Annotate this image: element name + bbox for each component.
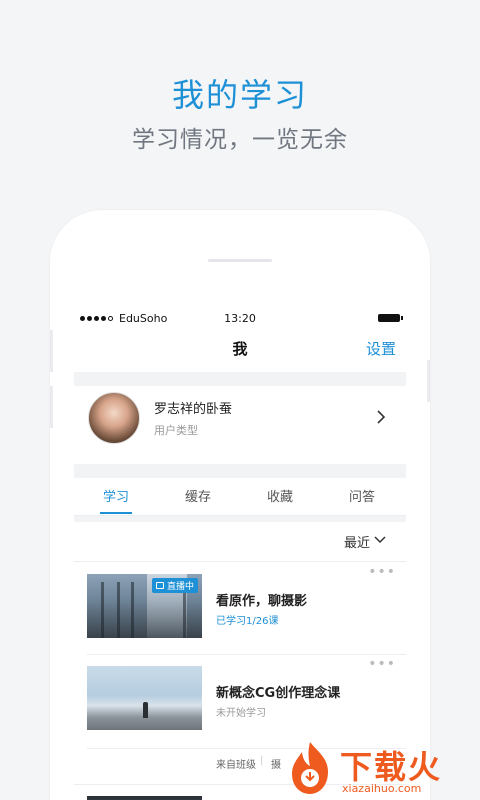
sort-dropdown[interactable]: 最近 (344, 532, 370, 551)
chevron-right-icon (377, 410, 386, 424)
phone-side-button (427, 360, 430, 402)
status-time: 13:20 (224, 312, 256, 325)
profile-card[interactable]: 罗志祥的卧蚕 用户类型 (74, 386, 406, 464)
nav-bar: 我 设置 (74, 330, 406, 372)
watermark-logo: 下载火 xiazaihuo.com (284, 736, 480, 800)
more-options-icon[interactable]: ••• (368, 656, 396, 672)
promo-subheadline: 学习情况，一览无余 (132, 127, 348, 153)
phone-speaker (208, 259, 272, 262)
row-divider (87, 654, 406, 655)
battery-icon (378, 314, 403, 322)
more-options-icon[interactable]: ••• (368, 564, 396, 580)
thumbnail-detail (143, 702, 148, 718)
phone-side-button (50, 330, 53, 372)
tab-favorites[interactable]: 收藏 (250, 486, 310, 505)
live-badge-label: 直播中 (166, 582, 194, 592)
app-screen: EduSoho 13:20 我 设置 罗志祥的卧蚕 用户类型 学习 缓存 收藏 … (74, 306, 406, 800)
tab-qa[interactable]: 问答 (332, 486, 392, 505)
avatar[interactable] (88, 392, 140, 444)
course-title: 看原作，聊摄影 (216, 594, 308, 609)
course-progress: 已学习1/26课 (216, 616, 279, 627)
section-divider (74, 372, 406, 386)
active-tab-indicator (100, 512, 132, 514)
username: 罗志祥的卧蚕 (154, 402, 233, 417)
course-item[interactable]: 新概念CG创作理念课 未开始学习 ••• (74, 656, 406, 746)
chevron-down-icon[interactable] (374, 535, 386, 545)
thumbnail-detail (101, 582, 104, 638)
page-title: 我 (232, 340, 248, 358)
phone-side-button (50, 386, 53, 428)
watermark-url: xiazaihuo.com (342, 782, 422, 795)
source-separator: | (260, 755, 264, 766)
course-progress: 未开始学习 (216, 708, 266, 719)
thumbnail-detail (131, 582, 134, 638)
user-type: 用户类型 (154, 424, 198, 437)
source-extra: 摄 (271, 760, 281, 771)
tv-icon (155, 582, 164, 589)
sort-row: 最近 (74, 522, 406, 562)
course-thumbnail[interactable] (87, 796, 202, 800)
course-title: 新概念CG创作理念课 (216, 686, 341, 701)
flame-icon (292, 742, 328, 794)
course-item[interactable]: 直播中 看原作，聊摄影 已学习1/26课 ••• (74, 564, 406, 654)
promo-headline: 我的学习 (171, 76, 308, 114)
course-thumbnail[interactable]: 直播中 (87, 574, 202, 638)
tab-bar: 学习 缓存 收藏 问答 (74, 478, 406, 516)
thumbnail-detail (117, 582, 120, 638)
live-badge: 直播中 (151, 578, 198, 593)
phone-frame: EduSoho 13:20 我 设置 罗志祥的卧蚕 用户类型 学习 缓存 收藏 … (50, 210, 430, 800)
section-divider (74, 464, 406, 478)
tab-cache[interactable]: 缓存 (168, 486, 228, 505)
status-bar: EduSoho 13:20 (74, 306, 406, 330)
source-label: 来自班级 (216, 760, 256, 771)
tab-study[interactable]: 学习 (86, 486, 146, 505)
settings-button[interactable]: 设置 (366, 338, 396, 359)
course-thumbnail[interactable] (87, 666, 202, 730)
